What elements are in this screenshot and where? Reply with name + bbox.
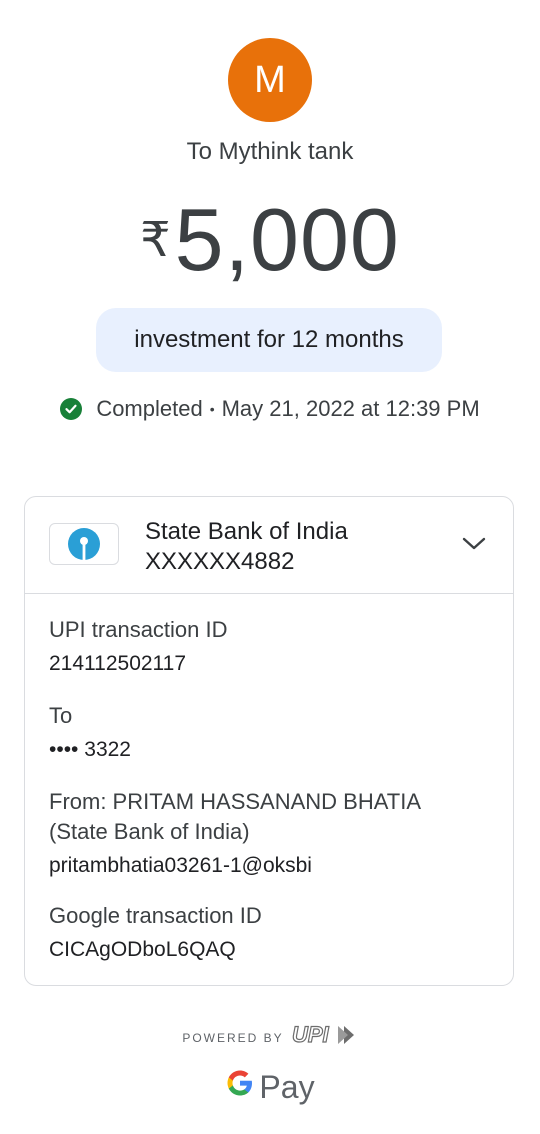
powered-by-upi: POWERED BY UPI <box>0 1021 540 1053</box>
bank-account-number: XXXXXX4882 <box>145 548 295 575</box>
to-value: •••• 3322 <box>49 735 131 765</box>
masked-dots: •••• <box>49 738 79 761</box>
transaction-details-card: State Bank of India XXXXXX4882 UPI trans… <box>24 496 514 986</box>
google-transaction-id-value[interactable]: CICAgODboL6QAQ <box>49 935 262 965</box>
bank-account-row[interactable]: State Bank of India XXXXXX4882 <box>25 497 513 594</box>
status-datetime: May 21, 2022 at 12:39 PM <box>221 396 480 421</box>
google-transaction-id-label: Google transaction ID <box>49 903 262 928</box>
powered-by-text: POWERED BY <box>182 1030 284 1045</box>
payment-status: Completed • May 21, 2022 at 12:39 PM <box>0 396 540 422</box>
upi-logo-text: UPI <box>292 1022 330 1047</box>
google-transaction-id-field: Google transaction ID CICAgODboL6QAQ <box>49 901 262 965</box>
bank-name: State Bank of India <box>145 518 348 545</box>
status-separator: • <box>209 401 215 417</box>
to-label: To <box>49 703 73 728</box>
google-g-icon <box>225 1068 255 1106</box>
bank-info: State Bank of India XXXXXX4882 <box>145 517 348 577</box>
chevron-down-icon[interactable] <box>461 531 487 562</box>
from-vpa: pritambhatia03261-1@oksbi <box>49 854 312 877</box>
from-bank: (State Bank of India) <box>49 819 250 844</box>
currency-symbol: ₹ <box>140 214 171 267</box>
avatar-letter: M <box>254 58 286 101</box>
upi-logo-icon: UPI <box>291 1021 358 1053</box>
pay-text: Pay <box>259 1068 315 1105</box>
upi-transaction-id-value[interactable]: 214112502117 <box>49 649 228 679</box>
status-text: Completed <box>96 396 203 421</box>
sbi-logo-icon <box>49 523 119 565</box>
payment-note: investment for 12 months <box>96 308 442 372</box>
recipient-avatar: M <box>228 38 312 122</box>
from-name: From: PRITAM HASSANAND BHATIA <box>49 789 422 814</box>
check-circle-icon <box>60 398 83 420</box>
upi-transaction-id-label: UPI transaction ID <box>49 617 228 642</box>
upi-transaction-id-field: UPI transaction ID 214112502117 <box>49 615 228 679</box>
payment-amount: ₹ 5,000 <box>0 190 540 290</box>
recipient-name: To Mythink tank <box>186 138 354 165</box>
to-field: To •••• 3322 <box>49 701 131 765</box>
google-pay-logo: Pay <box>0 1068 540 1106</box>
amount-value: 5,000 <box>174 190 400 289</box>
from-field: From: PRITAM HASSANAND BHATIA (State Ban… <box>49 787 421 881</box>
to-account-suffix: 3322 <box>84 738 131 761</box>
